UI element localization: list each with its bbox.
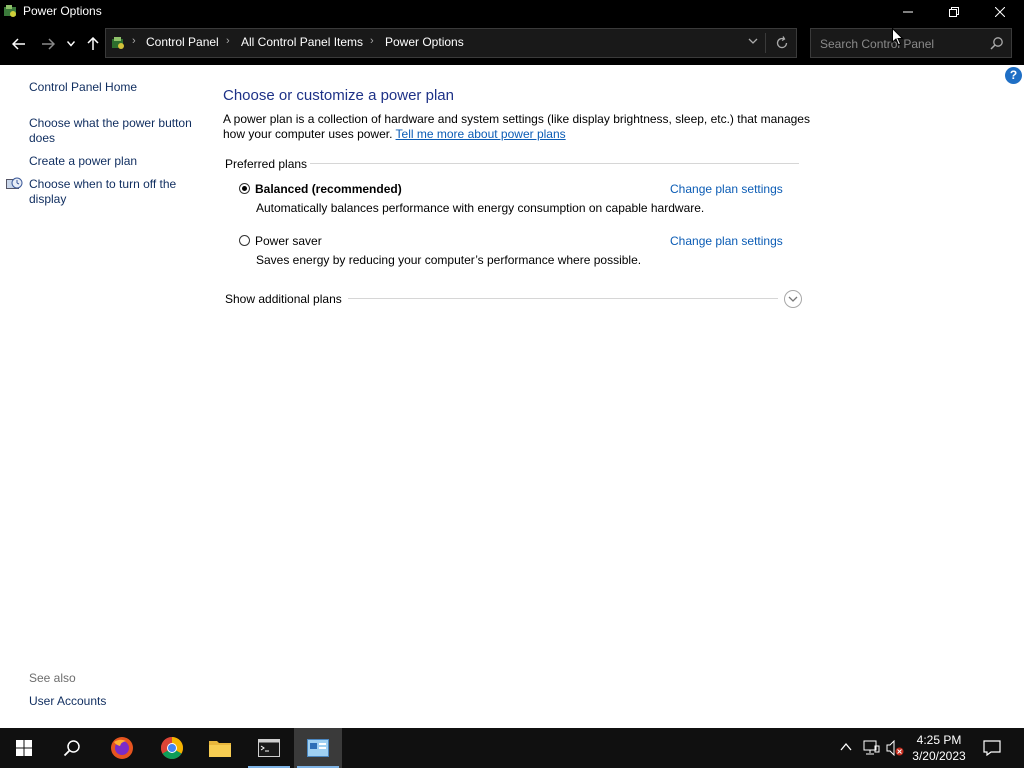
up-button[interactable] xyxy=(82,33,104,55)
taskbar-search-button[interactable] xyxy=(48,728,96,768)
control-panel-taskbar-button[interactable] xyxy=(294,728,342,768)
chevron-up-icon[interactable] xyxy=(840,742,852,752)
additional-plans-divider xyxy=(348,298,778,299)
display-clock-icon xyxy=(6,177,23,189)
create-power-plan-link[interactable]: Create a power plan xyxy=(29,154,137,169)
file-explorer-taskbar-button[interactable] xyxy=(196,728,244,768)
restore-icon xyxy=(949,6,959,17)
breadcrumb-power-options[interactable]: Power Options xyxy=(385,35,464,49)
chrome-taskbar-button[interactable] xyxy=(148,728,196,768)
back-button[interactable] xyxy=(8,33,30,55)
notifications-icon[interactable] xyxy=(983,740,1001,756)
see-also-label: See also xyxy=(29,671,76,685)
mouse-cursor-icon xyxy=(892,28,904,46)
recent-locations-button[interactable] xyxy=(62,33,80,55)
breadcrumb-all-items[interactable]: All Control Panel Items xyxy=(241,35,363,49)
power-saver-change-settings-link[interactable]: Change plan settings xyxy=(670,234,783,248)
radio-selected-dot xyxy=(242,186,247,191)
close-icon xyxy=(995,6,1005,17)
balanced-change-settings-link[interactable]: Change plan settings xyxy=(670,182,783,196)
chevron-down-icon xyxy=(788,296,798,302)
balanced-radio[interactable] xyxy=(239,183,250,194)
volume-muted-icon[interactable] xyxy=(886,740,904,756)
balanced-plan-description: Automatically balances performance with … xyxy=(256,201,705,215)
forward-arrow-icon xyxy=(42,38,55,50)
breadcrumb-separator: › xyxy=(226,35,230,47)
chevron-down-icon xyxy=(67,41,75,47)
control-panel-home-link[interactable]: Control Panel Home xyxy=(29,80,137,95)
back-arrow-icon xyxy=(12,38,25,50)
balanced-plan-name[interactable]: Balanced (recommended) xyxy=(255,182,402,196)
folder-icon xyxy=(209,741,231,757)
display-off-link[interactable]: Choose when to turn off the display xyxy=(29,177,194,207)
clock-time: 4:25 PM xyxy=(916,733,962,747)
page-description: A power plan is a collection of hardware… xyxy=(223,112,813,142)
terminal-taskbar-button[interactable] xyxy=(245,728,293,768)
help-icon[interactable]: ? xyxy=(1005,67,1022,84)
close-button[interactable] xyxy=(977,0,1023,23)
terminal-icon xyxy=(258,739,280,757)
network-icon[interactable] xyxy=(863,740,880,756)
power-options-icon xyxy=(4,5,16,17)
window-title: Power Options xyxy=(23,4,102,18)
power-saver-plan-description: Saves energy by reducing your computer’s… xyxy=(256,253,642,267)
breadcrumb-separator: › xyxy=(370,35,374,47)
taskbar: 4:25 PM 3/20/2023 xyxy=(0,728,1024,768)
preferred-plans-heading: Preferred plans xyxy=(225,157,308,171)
forward-button[interactable] xyxy=(37,33,59,55)
start-button[interactable] xyxy=(0,728,48,768)
expand-additional-plans-button[interactable] xyxy=(784,290,802,308)
user-accounts-link[interactable]: User Accounts xyxy=(29,694,106,709)
firefox-icon xyxy=(111,737,133,759)
search-icon xyxy=(63,740,80,757)
navigation-bar: › Control Panel › All Control Panel Item… xyxy=(0,23,1024,65)
preferred-plans-divider xyxy=(310,163,799,164)
search-box[interactable] xyxy=(810,28,1012,58)
taskbar-clock[interactable]: 4:25 PM 3/20/2023 xyxy=(908,732,970,764)
breadcrumb-separator: › xyxy=(132,35,136,47)
power-saver-plan-name[interactable]: Power saver xyxy=(255,234,322,248)
power-saver-radio[interactable] xyxy=(239,235,250,246)
chrome-icon xyxy=(161,737,183,759)
refresh-icon[interactable] xyxy=(774,35,790,51)
address-bar[interactable]: › Control Panel › All Control Panel Item… xyxy=(105,28,797,58)
up-arrow-icon xyxy=(87,37,99,50)
control-panel-icon xyxy=(112,37,124,49)
minimize-button[interactable] xyxy=(885,0,931,23)
search-icon[interactable] xyxy=(990,36,1004,50)
page-title: Choose or customize a power plan xyxy=(223,87,454,104)
firefox-taskbar-button[interactable] xyxy=(98,728,146,768)
show-additional-plans-label[interactable]: Show additional plans xyxy=(225,292,342,306)
address-dropdown-icon[interactable] xyxy=(748,36,758,46)
address-divider xyxy=(765,33,766,53)
learn-more-link[interactable]: Tell me more about power plans xyxy=(396,127,566,141)
power-button-settings-link[interactable]: Choose what the power button does xyxy=(29,116,204,146)
windows-logo-icon xyxy=(16,740,32,756)
title-bar: Power Options xyxy=(0,0,1024,23)
clock-date: 3/20/2023 xyxy=(912,749,966,763)
breadcrumb-control-panel[interactable]: Control Panel xyxy=(146,35,219,49)
control-panel-icon xyxy=(307,739,329,757)
minimize-icon xyxy=(903,11,913,12)
restore-button[interactable] xyxy=(931,0,977,23)
